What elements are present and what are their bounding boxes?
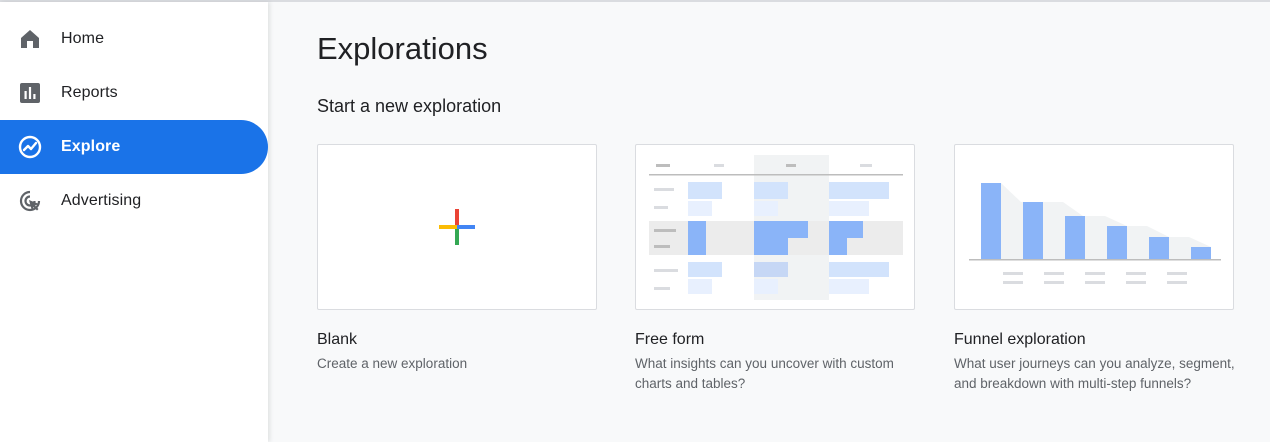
advertising-icon xyxy=(18,189,42,213)
page-title: Explorations xyxy=(317,31,488,66)
free-form-table-thumbnail xyxy=(649,155,903,300)
free-form-card[interactable] xyxy=(635,144,915,310)
sidebar-item-label: Advertising xyxy=(61,192,142,209)
sidebar-item-explore[interactable]: Explore xyxy=(0,120,268,174)
sidebar-item-label: Home xyxy=(61,30,105,47)
sidebar-item-advertising[interactable]: Advertising xyxy=(0,174,268,228)
sidebar-item-label: Reports xyxy=(61,84,118,101)
explore-icon xyxy=(18,135,42,159)
blank-plus-icon xyxy=(439,209,475,245)
main-content: Explorations Start a new exploration Bla… xyxy=(268,2,1270,442)
sidebar-item-home[interactable]: Home xyxy=(0,12,268,66)
sidebar: Home Reports Explore Advertising xyxy=(0,2,268,442)
card-title-funnel-exploration: Funnel exploration xyxy=(954,331,1086,348)
home-icon xyxy=(18,27,42,51)
card-desc-funnel-exploration: What user journeys can you analyze, segm… xyxy=(954,356,1235,391)
section-title: Start a new exploration xyxy=(317,96,502,116)
reports-icon xyxy=(18,81,42,105)
blank-card[interactable] xyxy=(317,144,597,310)
card-desc-free-form: What insights can you uncover with custo… xyxy=(635,356,894,391)
funnel-chart-thumbnail xyxy=(969,183,1221,284)
card-title-blank: Blank xyxy=(317,331,358,348)
card-title-free-form: Free form xyxy=(635,331,705,348)
funnel-exploration-card[interactable] xyxy=(954,144,1234,310)
card-desc-blank: Create a new exploration xyxy=(317,356,468,371)
sidebar-item-reports[interactable]: Reports xyxy=(0,66,268,120)
sidebar-item-label: Explore xyxy=(61,138,121,155)
